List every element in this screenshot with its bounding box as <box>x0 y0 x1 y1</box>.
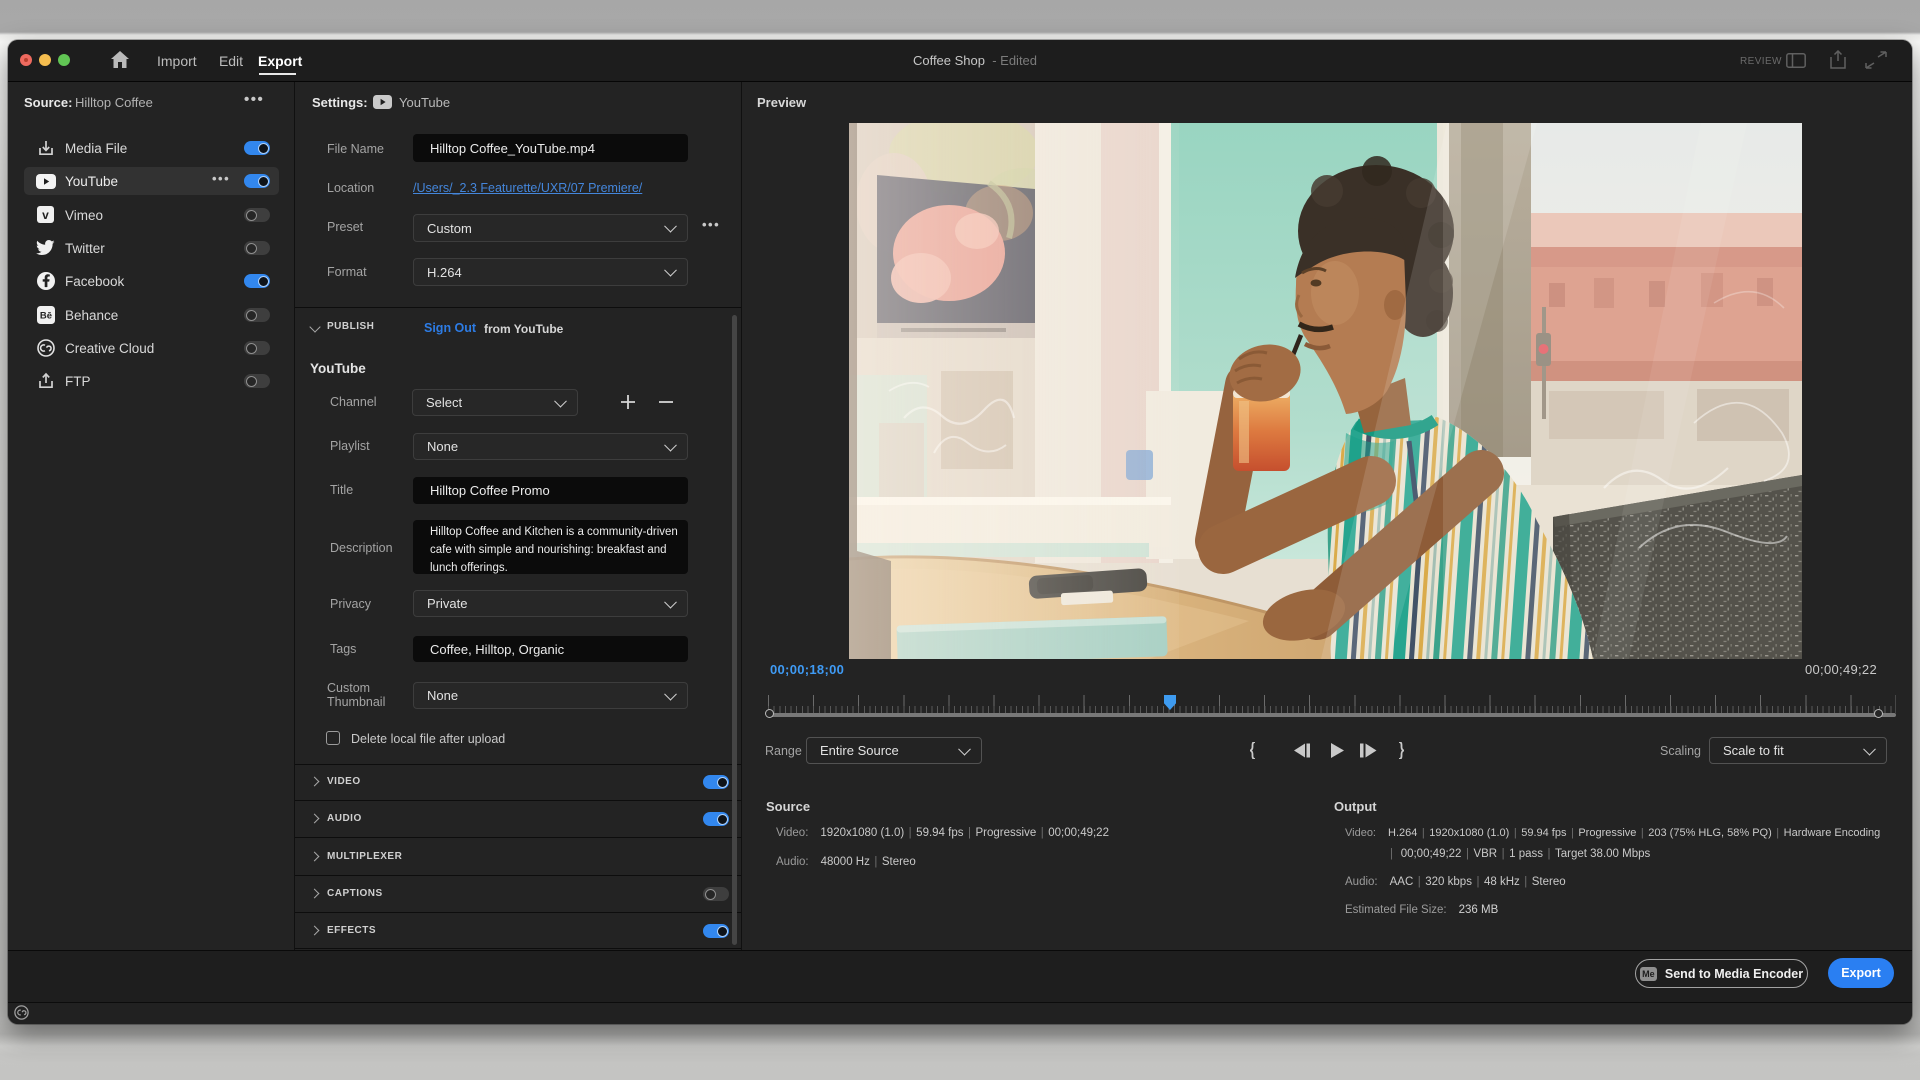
svg-text:v: v <box>42 208 49 222</box>
svg-text:Bē: Bē <box>40 311 52 322</box>
